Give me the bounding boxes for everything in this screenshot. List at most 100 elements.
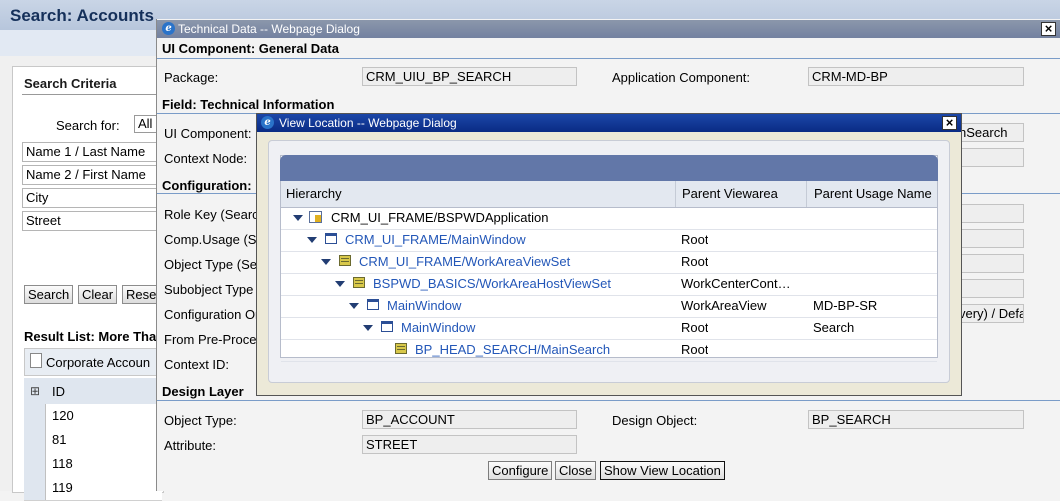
configuration-origin-label: Configuration Or: [164, 307, 260, 322]
section-title-configuration: Configuration:: [162, 178, 252, 193]
context-id-label: Context ID:: [164, 357, 230, 372]
search-for-label: Search for:: [56, 118, 120, 133]
hierarchy-node[interactable]: CRM_UI_FRAME/BSPWDApplication: [331, 210, 548, 225]
clear-button[interactable]: Clear: [78, 285, 118, 304]
close-icon[interactable]: ×: [942, 116, 957, 130]
parent-usage-name: Search: [813, 320, 855, 335]
expand-triangle-icon[interactable]: [293, 215, 303, 221]
parent-viewarea: WorkAreaView: [681, 298, 767, 313]
id-column-header[interactable]: ID: [52, 384, 65, 399]
section-title-design: Design Layer: [162, 384, 244, 399]
expand-triangle-icon[interactable]: [363, 325, 373, 331]
attribute-label: Attribute:: [164, 438, 217, 453]
subobject-type-label: Subobject Type: [164, 282, 254, 297]
close-icon[interactable]: ×: [1041, 22, 1056, 36]
configure-button[interactable]: Configure: [488, 461, 553, 480]
object-type-search-field: [955, 254, 1024, 273]
design-object-label: Design Object:: [612, 413, 698, 428]
role-key-label: Role Key (Searc: [164, 207, 259, 222]
hierarchy-node-link[interactable]: MainWindow: [387, 298, 461, 313]
parent-usage-name: MD-BP-SR: [813, 298, 878, 313]
context-node-field: [955, 148, 1024, 167]
account-id[interactable]: 120: [52, 408, 74, 423]
dialog-title: Technical Data -- Webpage Dialog: [178, 22, 360, 36]
ie-icon: e: [162, 22, 175, 35]
page-title: Search: Accounts: [10, 6, 154, 25]
close-button[interactable]: Close: [555, 461, 597, 480]
context-node-label: Context Node:: [164, 151, 248, 166]
application-component-field: CRM-MD-BP: [808, 67, 1024, 86]
application-component-label: Application Component:: [612, 70, 751, 85]
account-id[interactable]: 118: [52, 456, 73, 471]
object-type-search-label: Object Type (Se: [164, 257, 257, 272]
parent-viewarea: Root: [681, 342, 709, 357]
row-selector[interactable]: [24, 452, 46, 476]
expand-triangle-icon[interactable]: [349, 303, 359, 309]
application-icon: [309, 211, 322, 223]
criteria-field-name2[interactable]: Name 2 / First Name: [22, 165, 162, 185]
package-field: CRM_UIU_BP_SEARCH: [362, 67, 577, 86]
divider: [22, 94, 162, 95]
component-usage-field: [955, 229, 1024, 248]
reset-button[interactable]: Rese: [122, 285, 158, 304]
expand-triangle-icon[interactable]: [307, 237, 317, 243]
search-button[interactable]: Search: [24, 285, 74, 304]
new-document-icon: [30, 353, 42, 368]
hierarchy-node-link[interactable]: CRM_UI_FRAME/WorkAreaViewSet: [359, 254, 570, 269]
column-header-parent-usage-name[interactable]: Parent Usage Name: [814, 186, 932, 201]
viewset-icon: [353, 277, 365, 288]
table-title-band: [280, 155, 938, 181]
search-criteria-title: Search Criteria: [24, 76, 117, 91]
criteria-field-city[interactable]: City: [22, 188, 162, 208]
criteria-field-street[interactable]: Street: [22, 211, 162, 231]
ie-icon: e: [261, 116, 274, 129]
ui-component-label: UI Component:: [164, 126, 252, 141]
subobject-type-field: [955, 279, 1024, 298]
parent-viewarea: Root: [681, 254, 709, 269]
section-divider: [157, 58, 1060, 59]
show-view-location-button[interactable]: Show View Location: [600, 461, 725, 480]
account-id[interactable]: 81: [52, 432, 66, 447]
expand-triangle-icon[interactable]: [321, 259, 331, 265]
object-type-field: BP_ACCOUNT: [362, 410, 577, 429]
ui-component-field: nSearch: [955, 123, 1024, 142]
window-icon: [367, 299, 379, 310]
result-list-title: Result List: More Tha: [24, 329, 157, 344]
section-divider: [157, 400, 1060, 401]
role-key-field: [955, 204, 1024, 223]
hierarchy-node-link[interactable]: BSPWD_BASICS/WorkAreaHostViewSet: [373, 276, 611, 291]
object-type-label: Object Type:: [164, 413, 237, 428]
column-separator: [806, 181, 807, 207]
section-title-general: UI Component: General Data: [162, 41, 339, 56]
result-table-header: [24, 378, 162, 405]
criteria-field-name1[interactable]: Name 1 / Last Name: [22, 142, 162, 162]
window-icon: [325, 233, 337, 244]
column-header-parent-viewarea[interactable]: Parent Viewarea: [682, 186, 778, 201]
column-separator: [675, 181, 676, 207]
hierarchy-node-link[interactable]: MainWindow: [401, 320, 475, 335]
row-selector[interactable]: [24, 404, 46, 428]
component-usage-label: Comp.Usage (S: [164, 232, 257, 247]
window-icon: [381, 321, 393, 332]
hierarchy-node-link[interactable]: BP_HEAD_SEARCH/MainSearch: [415, 342, 610, 357]
hierarchy-icon[interactable]: ⊞: [30, 384, 40, 398]
section-title-field: Field: Technical Information: [162, 97, 335, 112]
row-selector[interactable]: [24, 428, 46, 452]
parent-viewarea: WorkCenterCont…: [681, 276, 791, 291]
package-label: Package:: [164, 70, 219, 85]
from-pre-processing-label: From Pre-Proce: [164, 332, 257, 347]
dialog-title: View Location -- Webpage Dialog: [279, 116, 457, 130]
configuration-origin-field: very) / Defa: [955, 304, 1024, 323]
viewset-icon: [339, 255, 351, 266]
account-id[interactable]: 119: [52, 480, 73, 495]
view-icon: [395, 343, 407, 354]
design-object-field: BP_SEARCH: [808, 410, 1024, 429]
hierarchy-node-link[interactable]: CRM_UI_FRAME/MainWindow: [345, 232, 526, 247]
parent-viewarea: Root: [681, 320, 709, 335]
expand-triangle-icon[interactable]: [335, 281, 345, 287]
column-header-hierarchy[interactable]: Hierarchy: [286, 186, 342, 201]
attribute-field: STREET: [362, 435, 577, 454]
new-corporate-account-label: Corporate Accoun: [46, 355, 151, 370]
row-selector[interactable]: [24, 476, 46, 500]
parent-viewarea: Root: [681, 232, 709, 247]
